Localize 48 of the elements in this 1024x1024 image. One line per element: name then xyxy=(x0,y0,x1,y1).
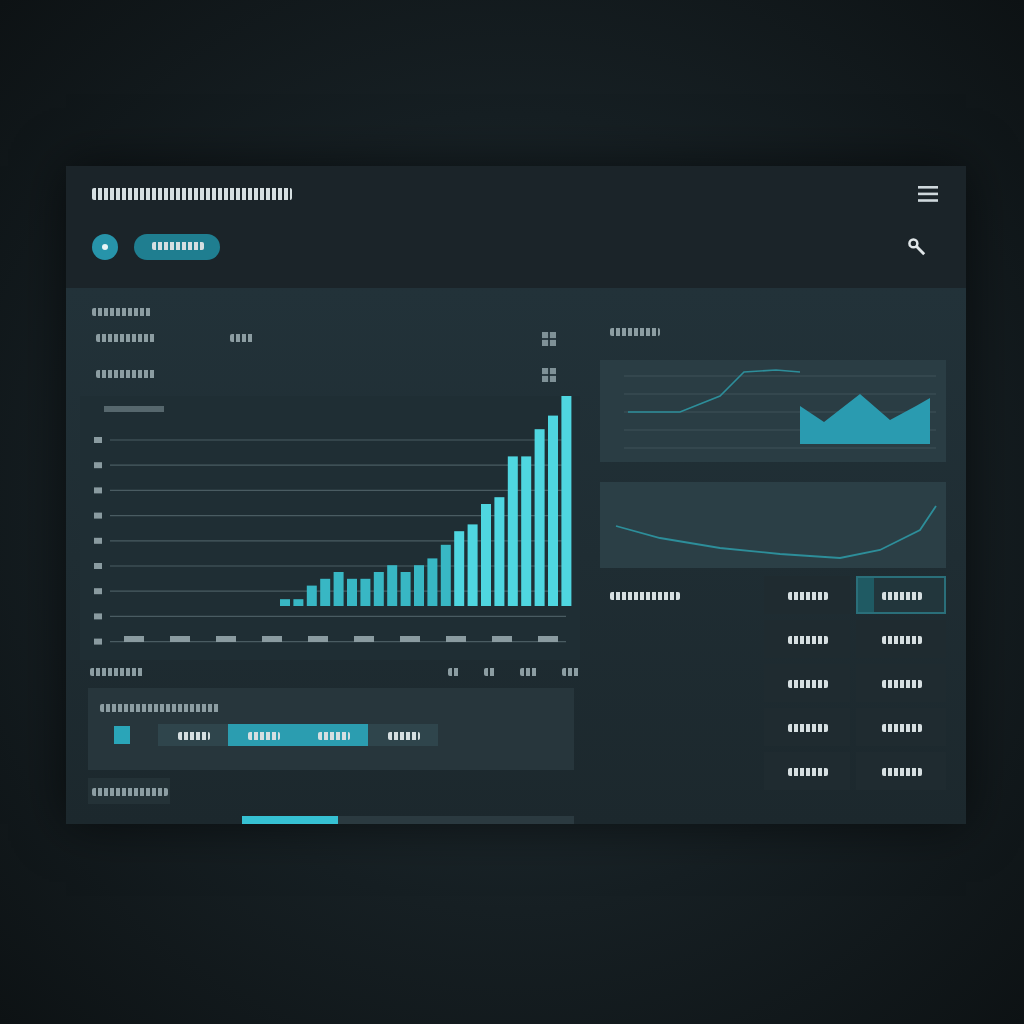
tile-button[interactable] xyxy=(856,576,946,614)
illegible-label xyxy=(92,308,152,316)
axis-tick-label xyxy=(446,636,466,642)
illegible-label xyxy=(483,668,496,676)
axis-tick-label xyxy=(94,563,102,569)
axis-tick-label xyxy=(94,588,102,595)
axis-tick-label xyxy=(124,636,144,642)
illegible-label xyxy=(561,668,580,676)
axis-tick-label xyxy=(94,487,102,494)
illegible-label xyxy=(447,668,460,676)
segment-tab[interactable] xyxy=(158,724,228,746)
square-toggle[interactable] xyxy=(114,726,130,744)
illegible-label xyxy=(100,704,220,712)
axis-tick-label xyxy=(94,638,102,645)
area-shape xyxy=(800,394,930,444)
illegible-label xyxy=(91,787,167,795)
axis-tick-label xyxy=(94,512,102,519)
menu-icon[interactable] xyxy=(918,186,938,202)
axis-tick-label xyxy=(308,636,328,642)
axis-tick-label xyxy=(492,636,512,642)
axis-tick-label xyxy=(94,462,102,469)
axis-tick-label xyxy=(216,636,236,642)
axis-tick-label xyxy=(538,636,558,642)
round-button[interactable] xyxy=(92,233,118,259)
illegible-label xyxy=(519,668,538,676)
chart-bar xyxy=(414,565,424,606)
tag[interactable] xyxy=(88,778,170,804)
illegible-label xyxy=(610,592,680,600)
axis-tick-label xyxy=(94,437,102,443)
illegible-label xyxy=(96,334,156,342)
illegible-label xyxy=(104,406,164,412)
grid-icon[interactable] xyxy=(542,367,556,381)
illegible-label xyxy=(230,334,254,342)
pill-button[interactable] xyxy=(134,233,220,259)
axis-tick-label xyxy=(262,636,282,642)
illegible-label xyxy=(610,328,660,336)
grid-icon[interactable] xyxy=(542,331,556,345)
illegible-label xyxy=(96,370,156,378)
axis-tick-label xyxy=(400,636,420,642)
chart-bar xyxy=(347,578,357,606)
axis-tick-label xyxy=(170,636,190,642)
segment-tab[interactable] xyxy=(368,724,438,746)
chart-bar xyxy=(481,504,491,606)
chart-bar xyxy=(280,599,290,606)
axis-tick-label xyxy=(94,613,102,620)
axis-tick-label xyxy=(354,636,374,642)
illegible-label xyxy=(90,668,144,676)
axis-tick-label xyxy=(94,537,102,544)
